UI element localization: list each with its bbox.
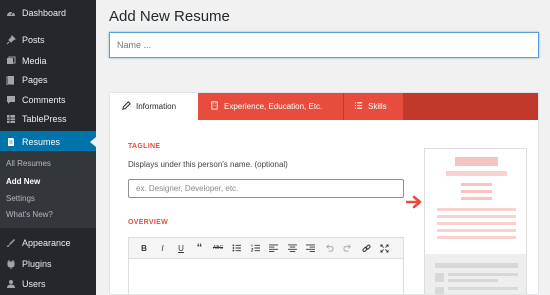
resume-details-panel: Information Experience, Education, Etc. … (109, 92, 539, 295)
resume-layout-preview (424, 148, 527, 294)
strikethrough-button[interactable]: ABC (209, 240, 227, 256)
bold-button[interactable]: B (135, 240, 153, 256)
tab-information[interactable]: Information (110, 93, 198, 120)
tagline-description: Displays under this person's name. (opti… (128, 160, 288, 169)
editor-toolbar: B I U “ ABC (128, 237, 404, 259)
sidebar-item-label: Media (22, 56, 47, 66)
sidebar-item-label: Plugins (22, 259, 52, 269)
submenu-all-resumes[interactable]: All Resumes (6, 159, 51, 168)
arrow-right-icon (405, 195, 422, 214)
submenu-whats-new[interactable]: What's New? (6, 210, 53, 219)
table-icon (6, 114, 16, 124)
sidebar-item-label: Dashboard (22, 8, 67, 18)
bulleted-list-button[interactable] (228, 240, 246, 256)
submenu-settings[interactable]: Settings (6, 194, 35, 203)
blockquote-button[interactable]: “ (191, 240, 209, 256)
tab-label: Skills (368, 102, 387, 111)
undo-button[interactable] (320, 240, 338, 256)
sidebar-item-label: Posts (22, 35, 45, 45)
pencil-icon (122, 101, 131, 112)
tab-experience[interactable]: Experience, Education, Etc. (198, 93, 344, 120)
comment-icon (6, 95, 16, 105)
pin-icon (6, 35, 16, 45)
sidebar-item-label: Users (22, 279, 46, 289)
preview-illustration (425, 149, 526, 294)
align-left-button[interactable] (265, 240, 283, 256)
dashboard-icon (6, 8, 16, 18)
admin-sidebar: Dashboard Posts Media Pages Comments Tab… (0, 0, 96, 295)
tagline-input[interactable] (128, 179, 404, 198)
sidebar-item-plugins[interactable]: Plugins (0, 253, 96, 275)
tab-label: Experience, Education, Etc. (224, 102, 323, 111)
plugin-icon (6, 259, 16, 269)
sidebar-item-appearance[interactable]: Appearance (0, 232, 96, 254)
sidebar-item-label: TablePress (22, 114, 67, 124)
list-icon (354, 101, 363, 112)
users-icon (6, 279, 16, 289)
align-center-button[interactable] (283, 240, 301, 256)
tab-label: Information (136, 102, 177, 111)
sidebar-item-tablepress[interactable]: TablePress (0, 108, 96, 130)
sidebar-item-pages[interactable]: Pages (0, 69, 96, 91)
fullscreen-button[interactable] (376, 240, 394, 256)
submenu-add-new[interactable]: Add New (6, 177, 40, 186)
sidebar-item-posts[interactable]: Posts (0, 29, 96, 51)
document-icon (6, 137, 16, 147)
sidebar-item-dashboard[interactable]: Dashboard (0, 2, 96, 24)
italic-button[interactable]: I (154, 240, 172, 256)
pages-icon (6, 75, 16, 85)
overview-label: OVERVIEW (128, 219, 169, 226)
tab-bar: Information Experience, Education, Etc. … (110, 93, 538, 120)
overview-editor-area[interactable] (128, 259, 404, 294)
media-icon (6, 56, 16, 66)
sidebar-item-label: Resumes (22, 137, 61, 147)
sidebar-item-label: Appearance (22, 238, 71, 248)
sidebar-item-users[interactable]: Users (0, 273, 96, 295)
sidebar-item-label: Comments (22, 95, 66, 105)
resumes-submenu: All Resumes Add New Settings What's New? (0, 151, 96, 228)
link-button[interactable] (357, 240, 375, 256)
building-icon (210, 101, 219, 112)
underline-button[interactable]: U (172, 240, 190, 256)
numbered-list-button[interactable] (246, 240, 264, 256)
tab-skills[interactable]: Skills (344, 93, 403, 120)
page-title: Add New Resume (109, 8, 230, 25)
align-right-button[interactable] (302, 240, 320, 256)
redo-button[interactable] (339, 240, 357, 256)
brush-icon (6, 238, 16, 248)
name-input[interactable] (109, 32, 539, 58)
sidebar-item-label: Pages (22, 75, 48, 85)
tagline-label: TAGLINE (128, 143, 161, 150)
sidebar-item-resumes[interactable]: Resumes (0, 131, 96, 153)
